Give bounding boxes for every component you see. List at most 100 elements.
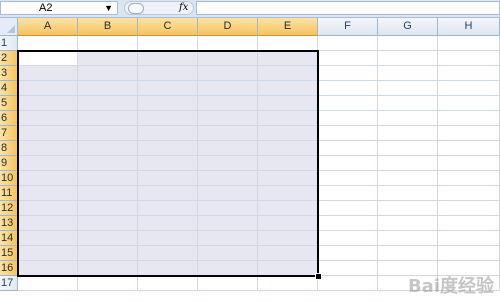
cell-b3[interactable]	[78, 66, 138, 81]
cell-c15[interactable]	[138, 246, 198, 261]
cell-g1[interactable]	[378, 36, 438, 51]
row-header-8[interactable]: 8	[0, 141, 18, 156]
cell-e2[interactable]	[258, 51, 318, 66]
cell-f2[interactable]	[318, 51, 378, 66]
cell-h11[interactable]	[438, 186, 500, 201]
cell-e6[interactable]	[258, 111, 318, 126]
row-header-12[interactable]: 12	[0, 201, 18, 216]
row-header-6[interactable]: 6	[0, 111, 18, 126]
column-header-d[interactable]: D	[198, 18, 258, 36]
cell-e16[interactable]	[258, 261, 318, 276]
insert-function-icon[interactable]: fx	[179, 1, 188, 15]
cell-b14[interactable]	[78, 231, 138, 246]
cell-b15[interactable]	[78, 246, 138, 261]
cell-d5[interactable]	[198, 96, 258, 111]
cell-c6[interactable]	[138, 111, 198, 126]
column-header-f[interactable]: F	[318, 18, 378, 36]
cell-b13[interactable]	[78, 216, 138, 231]
cell-b10[interactable]	[78, 171, 138, 186]
cell-a3[interactable]	[18, 66, 78, 81]
cell-h2[interactable]	[438, 51, 500, 66]
column-header-c[interactable]: C	[138, 18, 198, 36]
cell-g7[interactable]	[378, 126, 438, 141]
cell-e3[interactable]	[258, 66, 318, 81]
cell-d9[interactable]	[198, 156, 258, 171]
cell-f9[interactable]	[318, 156, 378, 171]
column-header-e[interactable]: E	[258, 18, 318, 36]
row-header-1[interactable]: 1	[0, 36, 18, 51]
cell-e12[interactable]	[258, 201, 318, 216]
cell-a9[interactable]	[18, 156, 78, 171]
cell-h14[interactable]	[438, 231, 500, 246]
cell-g3[interactable]	[378, 66, 438, 81]
cell-a15[interactable]	[18, 246, 78, 261]
cell-c12[interactable]	[138, 201, 198, 216]
cell-a16[interactable]	[18, 261, 78, 276]
cell-e15[interactable]	[258, 246, 318, 261]
cell-c13[interactable]	[138, 216, 198, 231]
chevron-down-icon[interactable]: ▼	[104, 3, 113, 14]
cell-d12[interactable]	[198, 201, 258, 216]
cell-b2[interactable]	[78, 51, 138, 66]
cell-c16[interactable]	[138, 261, 198, 276]
cell-e7[interactable]	[258, 126, 318, 141]
fill-handle[interactable]	[315, 273, 322, 280]
cell-e17[interactable]	[258, 276, 318, 291]
cell-h5[interactable]	[438, 96, 500, 111]
cell-d3[interactable]	[198, 66, 258, 81]
cell-f13[interactable]	[318, 216, 378, 231]
cell-b6[interactable]	[78, 111, 138, 126]
column-header-a[interactable]: A	[18, 18, 78, 36]
cell-c10[interactable]	[138, 171, 198, 186]
cell-e4[interactable]	[258, 81, 318, 96]
cell-a7[interactable]	[18, 126, 78, 141]
cell-c2[interactable]	[138, 51, 198, 66]
row-header-9[interactable]: 9	[0, 156, 18, 171]
cell-g12[interactable]	[378, 201, 438, 216]
cell-f3[interactable]	[318, 66, 378, 81]
row-header-14[interactable]: 14	[0, 231, 18, 246]
cell-f11[interactable]	[318, 186, 378, 201]
cell-c14[interactable]	[138, 231, 198, 246]
cell-d17[interactable]	[198, 276, 258, 291]
cell-g5[interactable]	[378, 96, 438, 111]
cell-d14[interactable]	[198, 231, 258, 246]
row-header-11[interactable]: 11	[0, 186, 18, 201]
formula-input[interactable]	[196, 1, 500, 15]
cell-b4[interactable]	[78, 81, 138, 96]
column-header-g[interactable]: G	[378, 18, 438, 36]
row-header-3[interactable]: 3	[0, 66, 18, 81]
cell-h12[interactable]	[438, 201, 500, 216]
cell-d8[interactable]	[198, 141, 258, 156]
cell-g9[interactable]	[378, 156, 438, 171]
cell-b11[interactable]	[78, 186, 138, 201]
cell-e11[interactable]	[258, 186, 318, 201]
cell-e1[interactable]	[258, 36, 318, 51]
cell-f12[interactable]	[318, 201, 378, 216]
column-header-b[interactable]: B	[78, 18, 138, 36]
formula-cancel-icon[interactable]	[128, 3, 144, 14]
cell-g6[interactable]	[378, 111, 438, 126]
cell-h8[interactable]	[438, 141, 500, 156]
cell-b17[interactable]	[78, 276, 138, 291]
cell-f16[interactable]	[318, 261, 378, 276]
cell-f15[interactable]	[318, 246, 378, 261]
cell-f6[interactable]	[318, 111, 378, 126]
cell-c1[interactable]	[138, 36, 198, 51]
cell-d10[interactable]	[198, 171, 258, 186]
cell-g2[interactable]	[378, 51, 438, 66]
cell-e9[interactable]	[258, 156, 318, 171]
cell-a1[interactable]	[18, 36, 78, 51]
cell-a8[interactable]	[18, 141, 78, 156]
cell-d7[interactable]	[198, 126, 258, 141]
cell-g15[interactable]	[378, 246, 438, 261]
cell-d2[interactable]	[198, 51, 258, 66]
cell-d1[interactable]	[198, 36, 258, 51]
cell-a11[interactable]	[18, 186, 78, 201]
cell-a6[interactable]	[18, 111, 78, 126]
row-header-10[interactable]: 10	[0, 171, 18, 186]
cell-e8[interactable]	[258, 141, 318, 156]
cell-c7[interactable]	[138, 126, 198, 141]
row-header-4[interactable]: 4	[0, 81, 18, 96]
cell-b1[interactable]	[78, 36, 138, 51]
